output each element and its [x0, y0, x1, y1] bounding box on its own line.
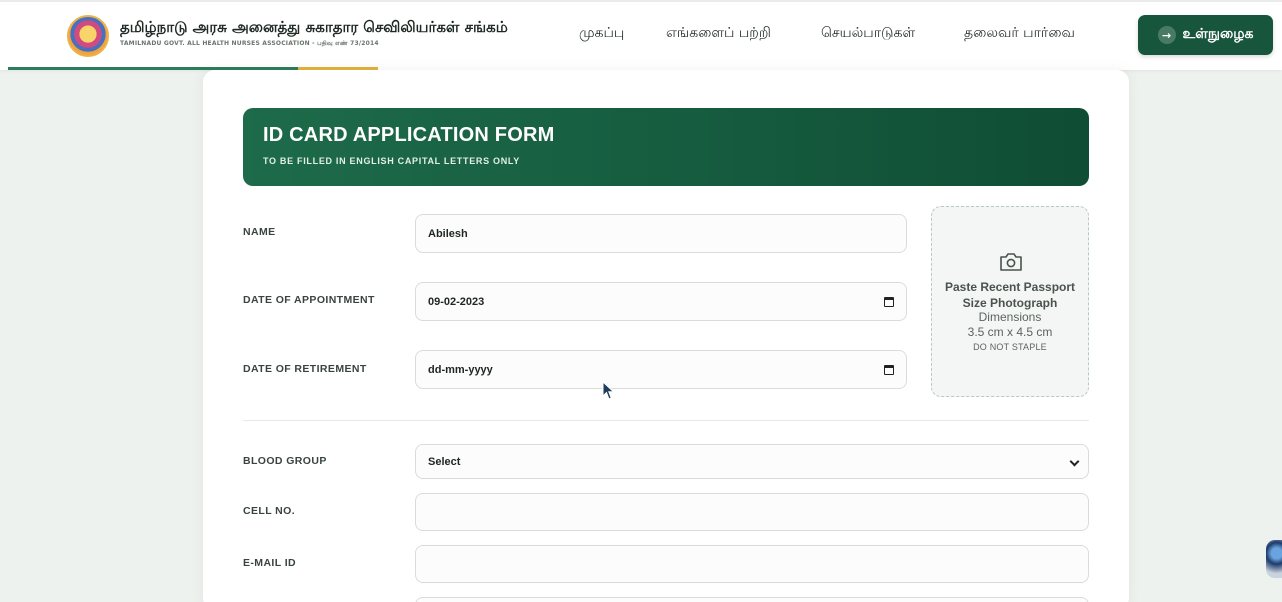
photo-upload-box[interactable]: Paste Recent Passport Size Photograph Di… — [931, 206, 1089, 397]
email-id-label: E-MAIL ID — [243, 557, 296, 569]
photo-note: DO NOT STAPLE — [973, 342, 1047, 352]
login-button[interactable]: → உள்நுழைக — [1138, 15, 1273, 55]
nav-president-view[interactable]: தலைவர் பார்வை — [964, 25, 1075, 43]
form-header-banner: ID CARD APPLICATION FORM TO BE FILLED IN… — [243, 108, 1089, 186]
chevron-down-icon — [1069, 456, 1080, 467]
name-value: Abilesh — [428, 227, 468, 240]
mouse-cursor-icon — [602, 381, 615, 400]
date-of-retirement-input[interactable]: dd-mm-yyyy — [415, 350, 907, 389]
floating-widget-icon[interactable] — [1266, 540, 1282, 578]
photo-instruction: Paste Recent Passport Size Photograph — [944, 280, 1076, 310]
date-of-retirement-label: DATE OF RETIREMENT — [243, 363, 367, 375]
blood-group-value: Select — [428, 455, 461, 468]
arrow-right-icon: → — [1157, 26, 1176, 44]
name-input[interactable]: Abilesh — [415, 214, 907, 253]
calendar-icon[interactable] — [884, 297, 894, 307]
blood-group-label: BLOOD GROUP — [243, 455, 327, 467]
calendar-icon[interactable] — [884, 365, 894, 375]
email-id-input[interactable] — [415, 545, 1089, 583]
nav-activities[interactable]: செயல்பாடுகள் — [821, 25, 915, 43]
date-of-appointment-input[interactable]: 09-02-2023 — [415, 282, 907, 321]
nav-home[interactable]: முகப்பு — [579, 25, 624, 43]
photo-dimensions: Dimensions 3.5 cm x 4.5 cm — [932, 310, 1088, 340]
brand-title[interactable]: தமிழ்நாடு அரசு அனைத்து சுகாதார செவிலியர்… — [120, 18, 508, 38]
association-logo[interactable] — [67, 15, 109, 57]
form-subtitle: TO BE FILLED IN ENGLISH CAPITAL LETTERS … — [263, 156, 520, 166]
photo-dimensions-label: Dimensions — [978, 310, 1042, 324]
date-of-appointment-label: DATE OF APPOINTMENT — [243, 294, 375, 306]
nav-about-us[interactable]: எங்களைப் பற்றி — [666, 25, 771, 43]
cell-no-input[interactable] — [415, 493, 1089, 531]
camera-icon — [1000, 253, 1022, 271]
next-field-input[interactable] — [415, 597, 1089, 602]
photo-dimensions-value: 3.5 cm x 4.5 cm — [967, 325, 1053, 339]
date-of-appointment-value: 09-02-2023 — [428, 295, 485, 308]
date-of-retirement-value: dd-mm-yyyy — [428, 363, 493, 376]
brand-subtitle: TAMILNADU GOVT. ALL HEALTH NURSES ASSOCI… — [120, 40, 379, 47]
name-label: NAME — [243, 226, 276, 238]
blood-group-select[interactable]: Select — [415, 444, 1089, 479]
form-title: ID CARD APPLICATION FORM — [263, 124, 555, 146]
cell-no-label: CELL NO. — [243, 505, 296, 517]
login-label: உள்நுழைக — [1182, 26, 1254, 42]
section-divider — [243, 420, 1089, 421]
